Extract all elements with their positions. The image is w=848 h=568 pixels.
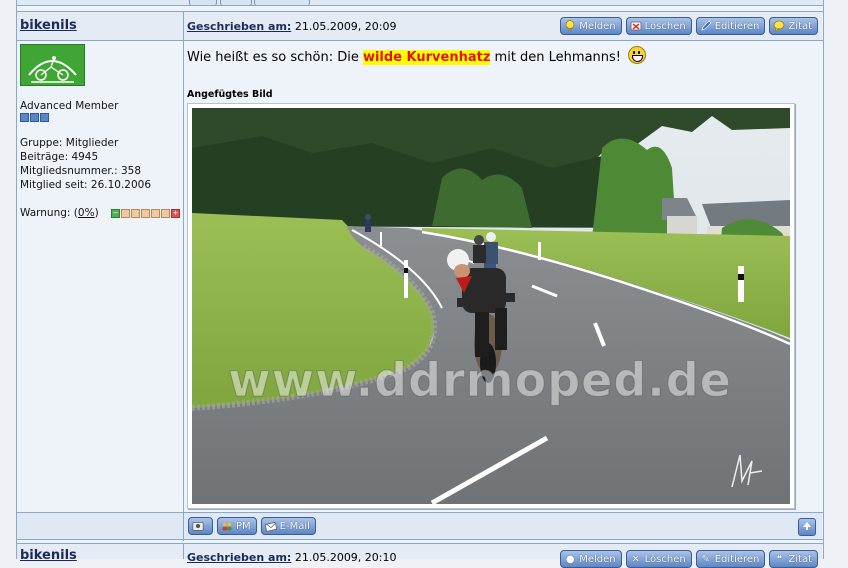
profile-button[interactable] [188,517,213,535]
next-post-date: Geschrieben am: 21.05.2009, 20:10 [187,551,397,564]
email-icon [264,520,277,532]
warning-increase-button[interactable]: + [171,209,180,218]
highlighted-text: wilde Kurvenhatz [362,50,491,65]
arrow-up-icon [802,521,812,534]
quote-icon [773,20,785,32]
next-delete-button[interactable]: ✕ Löschen [625,550,692,568]
post-footer-buttons: PM E-Mail [188,517,316,535]
lightbulb-icon [564,20,576,32]
delete-icon [630,20,642,32]
warning-level-link[interactable]: 0% [78,207,95,219]
post-footer-left [17,513,183,539]
next-post-action-buttons: ● Melden ✕ Löschen ✎ Editieren ❝ Zitat [560,550,818,568]
lightbulb-icon: ● [565,553,575,565]
photographer-signature [726,451,766,494]
pm-button[interactable]: PM [217,517,257,535]
email-button[interactable]: E-Mail [260,517,316,535]
user-profile-icon [192,520,204,532]
warning-bar: − + [111,209,180,218]
motorcycle-photo: www.ddrmoped.de [192,108,790,504]
quote-button[interactable]: Zitat [769,17,818,35]
attached-image[interactable]: www.ddrmoped.de [187,103,795,509]
report-button[interactable]: Melden [560,17,622,35]
user-rank: Advanced Member [20,100,119,112]
avatar[interactable] [20,44,85,86]
next-report-button[interactable]: ● Melden [560,550,622,568]
delete-icon: ✕ [631,553,640,565]
pencil-icon: ✎ [701,553,710,565]
quote-icon: ❝ [776,553,783,565]
post-message: Wie heißt es so schön: Die wilde Kurvenh… [187,46,647,65]
post-action-buttons: Melden Löschen Editieren Zitat [560,17,818,35]
user-member-since: Mitglied seit: 26.10.2006 [20,179,152,191]
photo-watermark: www.ddrmoped.de [228,353,732,408]
user-member-number: Mitgliedsnummer.: 358 [20,165,142,177]
pencil-icon [700,20,712,32]
warning-decrease-button[interactable]: − [111,209,120,218]
delete-button[interactable]: Löschen [625,17,692,35]
next-post-username[interactable]: bikenils [20,548,77,563]
laughing-smiley-icon [628,46,647,64]
scroll-top-button[interactable] [798,518,816,536]
edit-button[interactable]: Editieren [695,17,766,35]
next-edit-button[interactable]: ✎ Editieren [695,550,766,568]
attachment-label: Angefügtes Bild [187,89,273,100]
next-quote-button[interactable]: ❝ Zitat [769,550,818,568]
rank-pips [20,113,49,122]
post-username[interactable]: bikenils [20,18,77,33]
user-group: Gruppe: Mitglieder [20,137,119,149]
user-warning: Warnung: (0%) [20,207,99,219]
users-icon [221,520,233,532]
post-date: Geschrieben am: 21.05.2009, 20:09 [187,20,397,33]
user-posts: Beiträge: 4945 [20,151,99,163]
